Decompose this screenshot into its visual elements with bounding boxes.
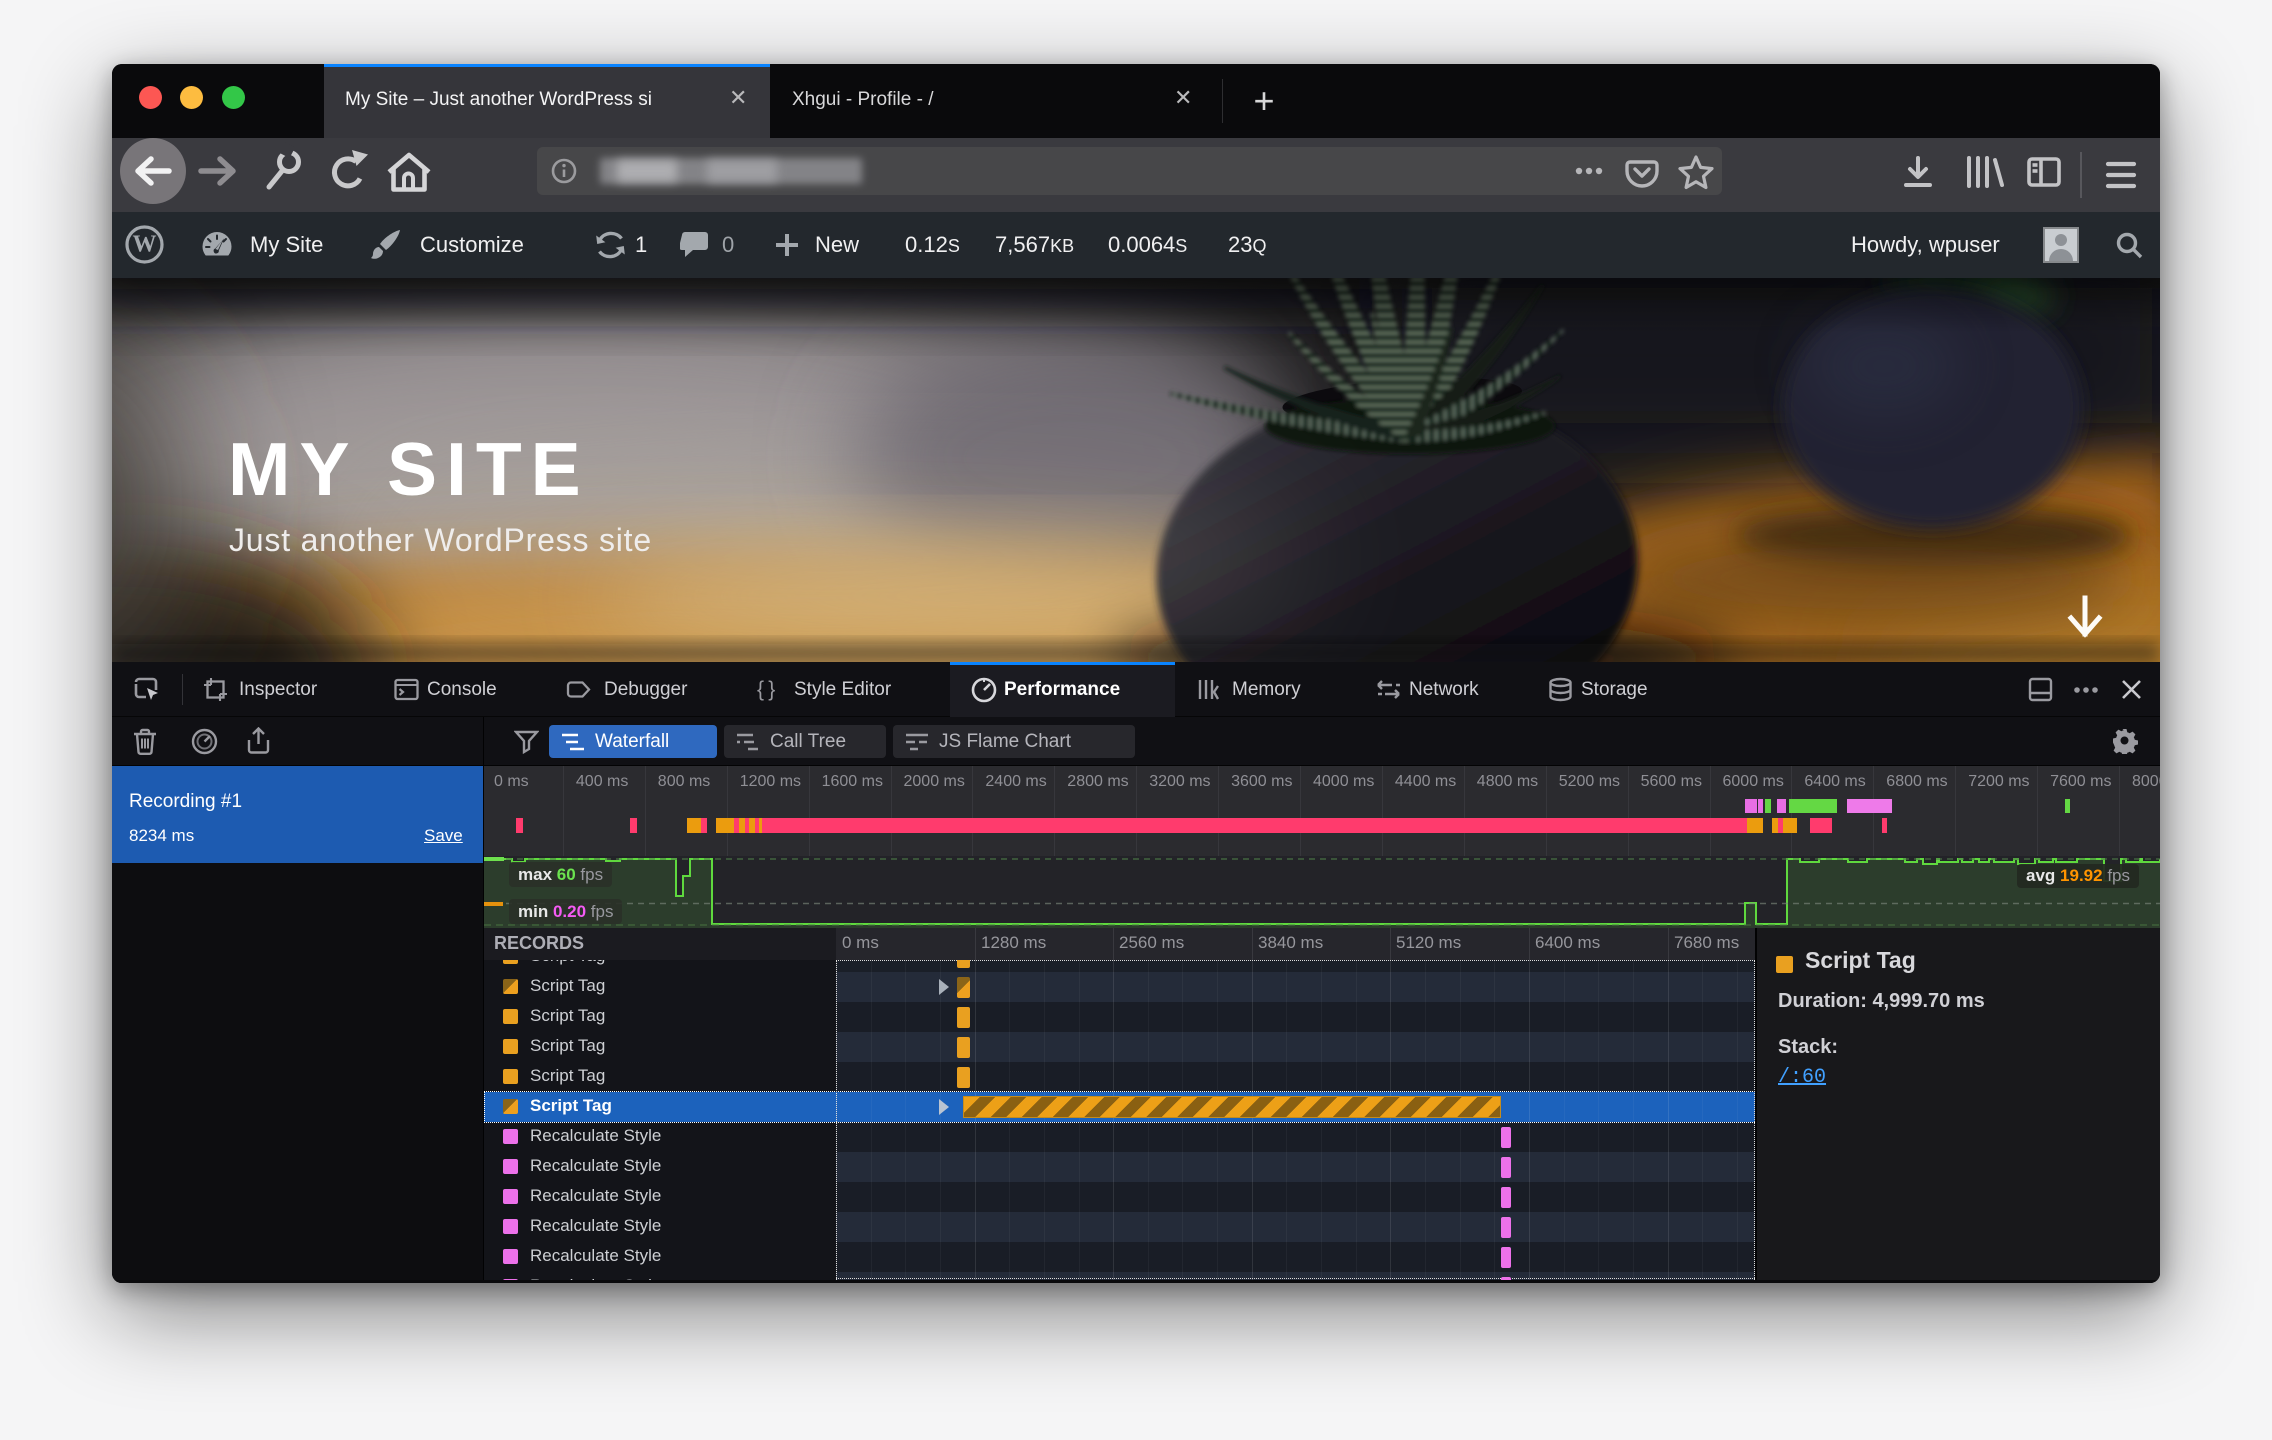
svg-text:W: W [133,232,157,258]
